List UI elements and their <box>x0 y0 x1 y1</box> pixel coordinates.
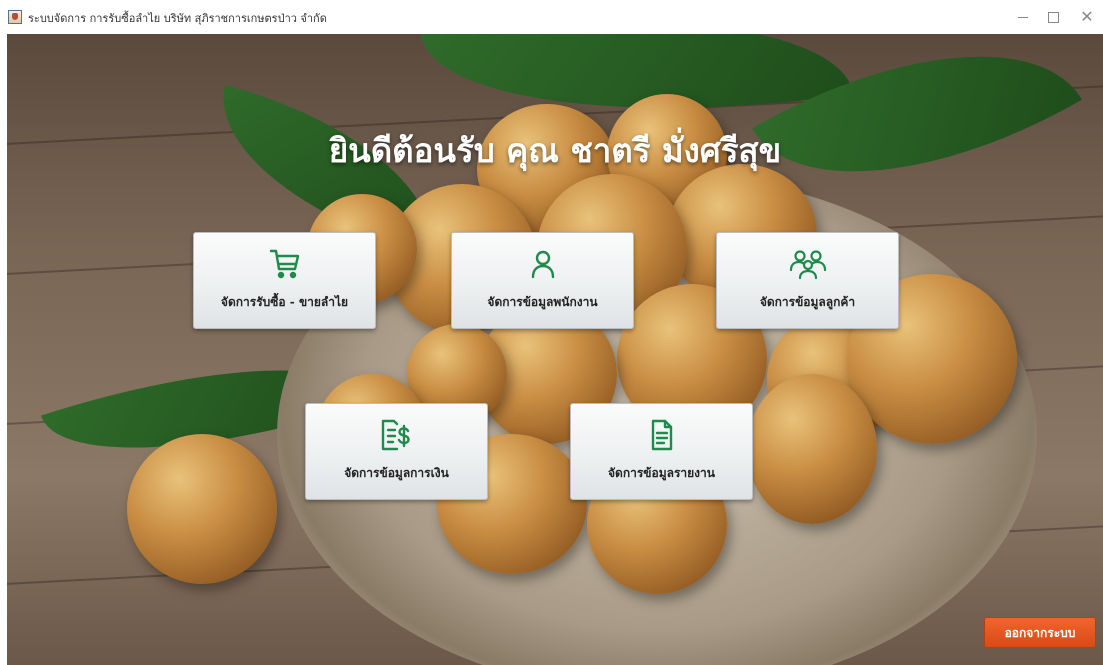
finance-button[interactable]: จัดการข้อมูลการเงิน <box>305 403 488 500</box>
customer-label: จัดการข้อมูลลูกค้า <box>759 295 856 309</box>
employee-label: จัดการข้อมูลพนักงาน <box>487 295 598 309</box>
report-label: จัดการข้อมูลรายงาน <box>608 466 715 480</box>
document-icon <box>651 419 672 451</box>
dashboard-panel: ยินดีต้อนรับ คุณ ชาตรี มั่งศรีสุข จัดการ… <box>7 34 1103 665</box>
user-icon <box>531 250 554 279</box>
java-cup-icon <box>8 10 22 24</box>
window-titlebar: ระบบจัดการ การรับซื้อลำไย บริษัท สุภิราช… <box>0 0 1103 34</box>
receipt-dollar-icon <box>381 419 410 451</box>
employee-button[interactable]: จัดการข้อมูลพนักงาน <box>451 232 634 329</box>
shopping-cart-icon <box>269 249 299 279</box>
customer-button[interactable]: จัดการข้อมูลลูกค้า <box>716 232 899 329</box>
welcome-heading: ยินดีต้อนรับ คุณ ชาตรี มั่งศรีสุข <box>328 131 782 170</box>
close-button[interactable]: ✕ <box>1072 6 1102 28</box>
window-title: ระบบจัดการ การรับซื้อลำไย บริษัท สุภิราช… <box>28 12 327 25</box>
logout-button[interactable]: ออกจากระบบ <box>984 617 1096 648</box>
users-group-icon <box>789 250 826 280</box>
buy-sell-label: จัดการรับซื้อ - ขายลำไย <box>220 295 349 309</box>
buy-sell-button[interactable]: จัดการรับซื้อ - ขายลำไย <box>193 232 376 329</box>
minimize-button[interactable] <box>1008 6 1038 28</box>
maximize-button[interactable] <box>1038 6 1068 28</box>
report-button[interactable]: จัดการข้อมูลรายงาน <box>570 403 753 500</box>
finance-label: จัดการข้อมูลการเงิน <box>344 466 449 480</box>
